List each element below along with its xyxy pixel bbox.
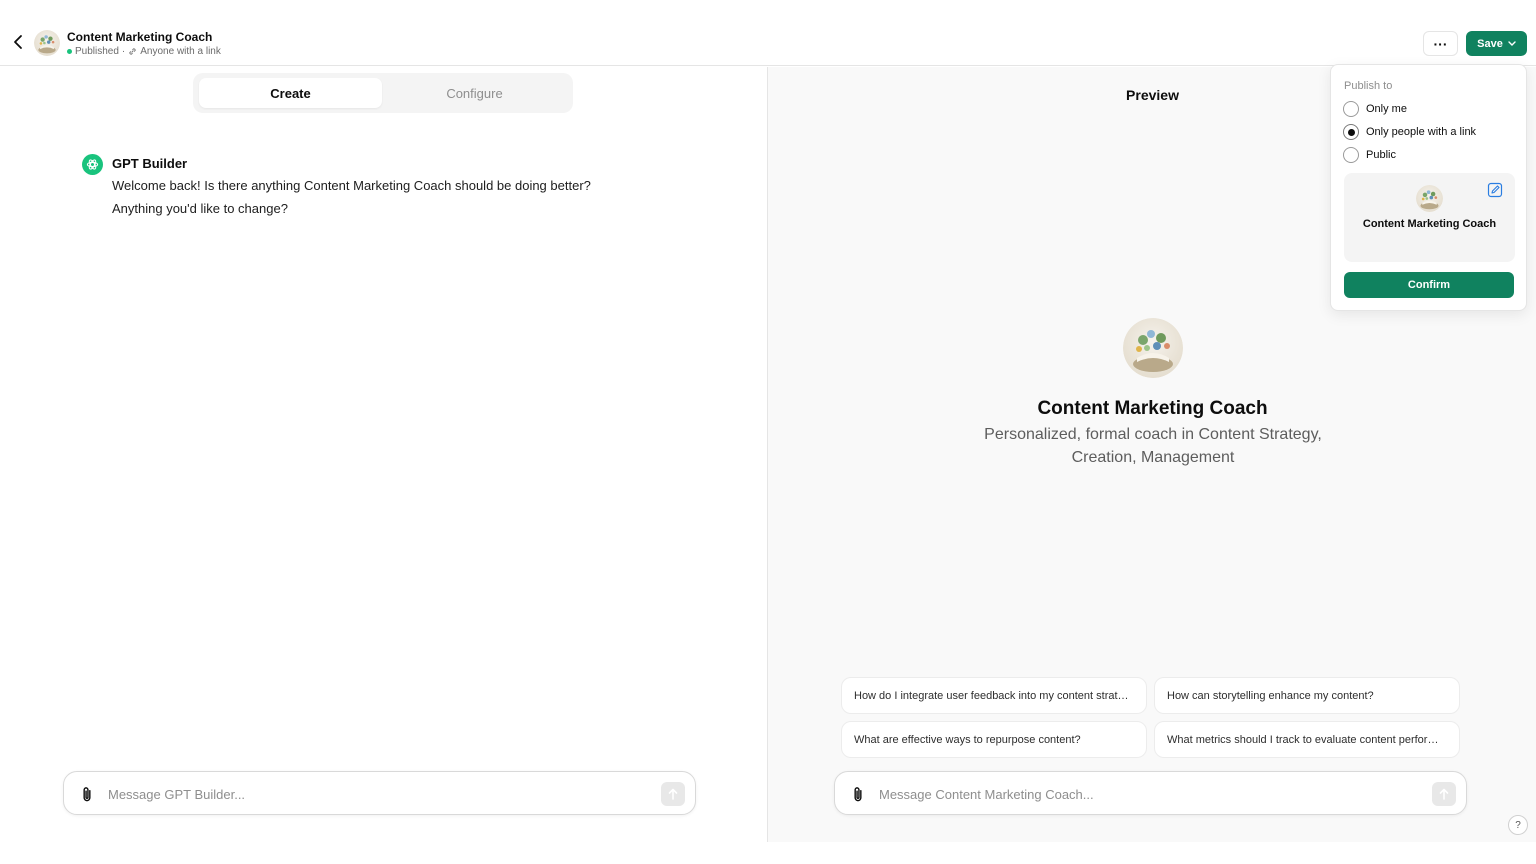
preview-gpt-description: Personalized, formal coach in Content St… xyxy=(984,426,1322,466)
ellipsis-icon: ··· xyxy=(1433,35,1448,52)
option-label: Public xyxy=(1366,149,1396,161)
publish-to-label: Publish to xyxy=(1344,80,1393,92)
arrow-up-icon xyxy=(668,788,678,800)
publish-option-link[interactable]: Only people with a link xyxy=(1343,123,1476,141)
preview-send-button[interactable] xyxy=(1432,782,1456,806)
suggestion-text: How do I integrate user feedback into my… xyxy=(854,689,1134,702)
builder-message: Welcome back! Is there anything Content … xyxy=(112,174,632,220)
status-text: Published xyxy=(75,46,119,57)
builder-composer xyxy=(63,771,696,815)
mode-tabs: Create Configure xyxy=(193,73,573,113)
publish-gpt-card: Content Marketing Coach xyxy=(1344,173,1515,262)
top-header: Content Marketing Coach Published · Anyo… xyxy=(0,0,1536,66)
publish-dropdown: Publish to Only me Only people with a li… xyxy=(1330,64,1527,311)
builder-message-input[interactable] xyxy=(108,783,648,805)
builder-message-line1: Welcome back! Is there anything Content … xyxy=(112,178,591,193)
status-separator: · xyxy=(121,46,126,57)
builder-send-button[interactable] xyxy=(661,782,685,806)
visibility-text: Anyone with a link xyxy=(140,46,221,57)
back-button[interactable] xyxy=(10,32,26,52)
radio-button-selected[interactable] xyxy=(1343,124,1359,140)
edit-icon xyxy=(1487,182,1503,198)
publish-option-only-me[interactable]: Only me xyxy=(1343,100,1407,118)
preview-composer xyxy=(834,771,1467,815)
arrow-up-icon xyxy=(1439,788,1449,800)
chevron-down-icon xyxy=(1508,40,1516,46)
gpt-avatar-large xyxy=(1123,318,1183,378)
suggestion-text: How can storytelling enhance my content? xyxy=(1167,689,1374,702)
builder-message-line2: Anything you'd like to change? xyxy=(112,201,288,216)
publish-status: Published · Anyone with a link xyxy=(67,46,221,57)
edit-button[interactable] xyxy=(1487,182,1503,198)
save-label: Save xyxy=(1477,37,1503,50)
publish-card-name: Content Marketing Coach xyxy=(1362,218,1497,230)
gpt-avatar-card xyxy=(1416,185,1443,212)
openai-logo-icon xyxy=(86,159,99,170)
help-button[interactable]: ? xyxy=(1508,815,1528,835)
tab-configure[interactable]: Configure xyxy=(383,78,566,108)
preview-gpt-name: Content Marketing Coach xyxy=(1037,398,1268,419)
suggestion-text: What metrics should I track to evaluate … xyxy=(1167,733,1447,746)
paperclip-icon xyxy=(83,786,91,801)
more-options-button[interactable]: ··· xyxy=(1423,31,1458,56)
bottom-strip xyxy=(0,842,1536,864)
suggestion-chip-4[interactable]: What metrics should I track to evaluate … xyxy=(1154,721,1460,758)
suggestion-chip-2[interactable]: How can storytelling enhance my content? xyxy=(1154,677,1460,714)
paperclip-icon xyxy=(854,786,862,801)
radio-button[interactable] xyxy=(1343,147,1359,163)
gpt-title: Content Marketing Coach xyxy=(67,30,213,44)
gpt-builder-icon xyxy=(82,154,103,175)
suggestion-chip-3[interactable]: What are effective ways to repurpose con… xyxy=(841,721,1147,758)
builder-pane: Create Configure GPT Builder Welcome bac… xyxy=(0,67,767,842)
radio-button[interactable] xyxy=(1343,101,1359,117)
save-button[interactable]: Save xyxy=(1466,31,1527,56)
suggestion-chip-1[interactable]: How do I integrate user feedback into my… xyxy=(841,677,1147,714)
link-icon xyxy=(129,48,136,55)
status-dot-icon xyxy=(67,49,72,54)
preview-attach-button[interactable] xyxy=(849,785,867,803)
preview-message-input[interactable] xyxy=(879,783,1419,805)
attach-button[interactable] xyxy=(78,785,96,803)
suggestion-text: What are effective ways to repurpose con… xyxy=(854,733,1081,746)
confirm-button[interactable]: Confirm xyxy=(1344,272,1514,298)
gpt-avatar-small xyxy=(34,30,60,56)
chevron-left-icon xyxy=(14,35,22,49)
tab-create[interactable]: Create xyxy=(199,78,382,108)
option-label: Only me xyxy=(1366,103,1407,115)
option-label: Only people with a link xyxy=(1366,126,1477,138)
builder-name: GPT Builder xyxy=(112,156,188,171)
publish-option-public[interactable]: Public xyxy=(1343,146,1396,164)
